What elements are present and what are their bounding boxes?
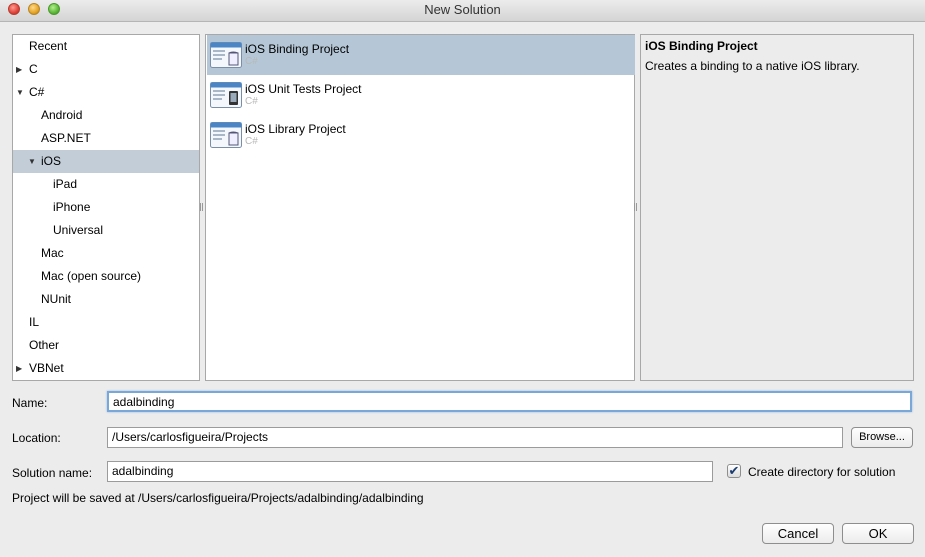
create-directory-label[interactable]: Create directory for solution — [748, 465, 895, 479]
template-item[interactable]: iOS Binding Project C# — [207, 35, 635, 75]
save-path-text: Project will be saved at /Users/carlosfi… — [12, 491, 424, 505]
library-project-icon — [210, 122, 242, 148]
template-title: iOS Library Project — [245, 122, 346, 136]
category-item-ios[interactable]: ▼ iOS — [13, 150, 199, 173]
category-item-nunit[interactable]: NUnit — [13, 288, 199, 311]
category-item-vbnet[interactable]: ▶ VBNet — [13, 357, 199, 380]
category-item-c[interactable]: ▶ C — [13, 58, 199, 81]
template-item[interactable]: iOS Unit Tests Project C# — [207, 75, 635, 115]
category-label: Other — [29, 338, 60, 352]
window-title: New Solution — [424, 2, 501, 17]
category-label: ASP.NET — [41, 131, 91, 145]
splitter-handle-right[interactable] — [634, 203, 637, 211]
template-description-panel: iOS Binding Project Creates a binding to… — [640, 34, 914, 381]
category-label: NUnit — [41, 292, 72, 306]
template-title: iOS Unit Tests Project — [245, 82, 362, 96]
disclosure-expanded-icon[interactable]: ▼ — [28, 150, 36, 173]
description-title: iOS Binding Project — [645, 39, 758, 53]
category-label: Universal — [53, 223, 104, 237]
disclosure-expanded-icon[interactable]: ▼ — [16, 81, 24, 104]
template-item[interactable]: iOS Library Project C# — [207, 115, 635, 155]
category-item-universal[interactable]: Universal — [13, 219, 199, 242]
disclosure-collapsed-icon[interactable]: ▶ — [16, 58, 22, 81]
binding-project-icon — [210, 42, 242, 68]
minimize-window-icon[interactable] — [28, 3, 40, 15]
category-label: C# — [29, 85, 45, 99]
category-label: iPhone — [53, 200, 91, 214]
template-language: C# — [245, 56, 258, 67]
zoom-window-icon[interactable] — [48, 3, 60, 15]
solution-name-label: Solution name: — [12, 466, 93, 480]
category-label: iOS — [41, 154, 62, 168]
category-item-other[interactable]: Other — [13, 334, 199, 357]
location-label: Location: — [12, 431, 61, 445]
browse-button[interactable]: Browse... — [851, 427, 913, 448]
name-label: Name: — [12, 396, 48, 410]
category-item-mac-open-source[interactable]: Mac (open source) — [13, 265, 199, 288]
close-window-icon[interactable] — [8, 3, 20, 15]
create-directory-checkbox[interactable]: ✔ — [727, 464, 741, 478]
category-item-mac[interactable]: Mac — [13, 242, 199, 265]
category-item-ipad[interactable]: iPad — [13, 173, 199, 196]
category-label: Recent — [29, 39, 68, 53]
category-label: Android — [41, 108, 83, 122]
category-item-il[interactable]: IL — [13, 311, 199, 334]
splitter-handle-left[interactable] — [200, 203, 203, 211]
name-input[interactable]: adalbinding — [107, 391, 912, 412]
template-list[interactable]: iOS Binding Project C# iOS Unit Tests Proj… — [205, 34, 635, 381]
solution-name-input[interactable]: adalbinding — [107, 461, 713, 482]
ok-button[interactable]: OK — [842, 523, 914, 544]
description-text: Creates a binding to a native iOS librar… — [645, 59, 860, 73]
category-label: Mac (open source) — [41, 269, 142, 283]
category-label: iPad — [53, 177, 78, 191]
category-label: Mac — [41, 246, 64, 260]
disclosure-collapsed-icon[interactable]: ▶ — [16, 357, 22, 380]
template-language: C# — [245, 96, 258, 107]
template-title: iOS Binding Project — [245, 42, 350, 56]
cancel-button[interactable]: Cancel — [762, 523, 834, 544]
category-item-csharp[interactable]: ▼ C# — [13, 81, 199, 104]
unit-tests-project-icon — [210, 82, 242, 108]
category-item-android[interactable]: Android — [13, 104, 199, 127]
category-label: VBNet — [29, 361, 64, 375]
window-title-bar: New Solution — [0, 0, 925, 22]
category-label: C — [29, 62, 38, 76]
category-tree[interactable]: Recent ▶ C ▼ C# Android ASP.NET ▼ iOS iPad iPhone U… — [12, 34, 200, 381]
category-item-asp-net[interactable]: ASP.NET — [13, 127, 199, 150]
category-label: IL — [29, 315, 40, 329]
template-language: C# — [245, 136, 258, 147]
category-item-recent[interactable]: Recent — [13, 35, 199, 58]
category-item-iphone[interactable]: iPhone — [13, 196, 199, 219]
location-input[interactable]: /Users/carlosfigueira/Projects — [107, 427, 843, 448]
